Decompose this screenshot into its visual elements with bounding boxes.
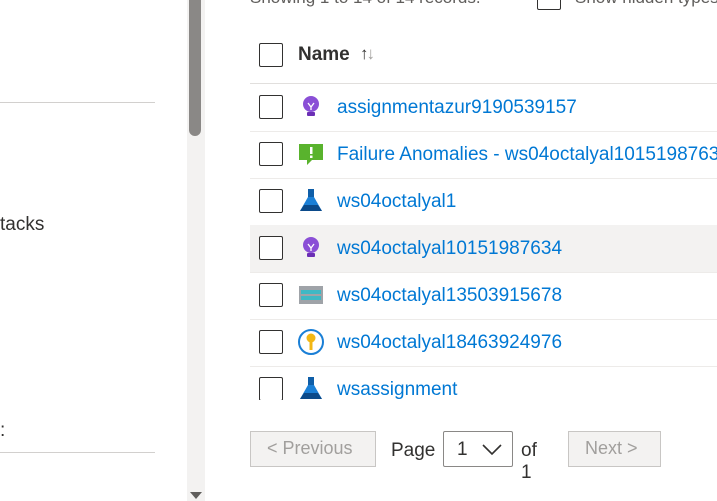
resource-link[interactable]: ws04octalyal18463924976 xyxy=(337,332,562,354)
row-checkbox[interactable] xyxy=(259,95,283,119)
left-scrollbar[interactable] xyxy=(187,0,205,501)
table-row[interactable]: ws04octalyal13503915678 xyxy=(250,272,717,320)
records-count-text: Showing 1 to 14 of 14 records. xyxy=(250,0,481,8)
grid-body: assignmentazur9190539157 Failure Anomali… xyxy=(250,84,717,400)
left-divider-bottom xyxy=(0,452,155,453)
table-row[interactable]: ws04octalyal18463924976 xyxy=(250,319,717,367)
previous-button[interactable]: < Previous xyxy=(250,431,376,467)
sort-icon[interactable]: ↑↓ xyxy=(360,44,375,64)
row-checkbox[interactable] xyxy=(259,330,283,354)
resource-link[interactable]: assignmentazur9190539157 xyxy=(337,97,577,119)
show-hidden-types-label: Show hidden types xyxy=(575,0,717,8)
alert-rule-icon xyxy=(299,144,323,165)
next-button[interactable]: Next > xyxy=(568,431,661,467)
left-divider-top xyxy=(0,102,155,103)
machine-learning-workspace-icon xyxy=(300,189,322,211)
left-fragment-text: : xyxy=(0,420,6,441)
page-select-value: 1 xyxy=(457,439,468,460)
key-vault-icon xyxy=(298,329,324,355)
resource-link[interactable]: wsassignment xyxy=(337,379,457,400)
app-insights-icon xyxy=(303,96,319,116)
scroll-down-icon[interactable] xyxy=(190,492,202,499)
page-label: Page xyxy=(391,440,436,461)
scrollbar-thumb[interactable] xyxy=(189,0,201,136)
table-row[interactable]: Failure Anomalies - ws04octalyal10151987… xyxy=(250,131,717,179)
table-row[interactable]: wsassignment xyxy=(250,366,717,400)
storage-account-icon xyxy=(299,286,323,304)
row-checkbox[interactable] xyxy=(259,283,283,307)
page-select[interactable]: 1 xyxy=(443,431,513,467)
machine-learning-workspace-icon xyxy=(300,377,322,399)
app-insights-icon xyxy=(303,237,319,257)
resource-list-panel: Showing 1 to 14 of 14 records. Show hidd… xyxy=(205,0,717,501)
table-row[interactable]: ws04octalyal1 xyxy=(250,178,717,226)
row-checkbox[interactable] xyxy=(259,236,283,260)
row-checkbox[interactable] xyxy=(259,189,283,213)
name-column-header[interactable]: Name xyxy=(298,44,350,66)
left-stacks-text: tacks xyxy=(0,214,45,235)
resource-link[interactable]: ws04octalyal13503915678 xyxy=(337,285,562,307)
table-row[interactable]: assignmentazur9190539157 xyxy=(250,84,717,132)
left-pane: tacks : xyxy=(0,0,205,501)
table-row[interactable]: ws04octalyal10151987634 xyxy=(250,225,717,273)
page-count-label: of 1 xyxy=(521,440,537,483)
grid-header: Name ↑↓ xyxy=(250,30,717,84)
resource-link[interactable]: ws04octalyal1 xyxy=(337,191,456,213)
row-checkbox[interactable] xyxy=(259,377,283,400)
select-all-checkbox[interactable] xyxy=(259,43,283,67)
resource-link[interactable]: Failure Anomalies - ws04octalyal10151987… xyxy=(337,144,717,166)
show-hidden-types-checkbox[interactable] xyxy=(537,0,561,10)
resource-link[interactable]: ws04octalyal10151987634 xyxy=(337,238,562,260)
row-checkbox[interactable] xyxy=(259,142,283,166)
chevron-down-icon xyxy=(482,444,502,456)
